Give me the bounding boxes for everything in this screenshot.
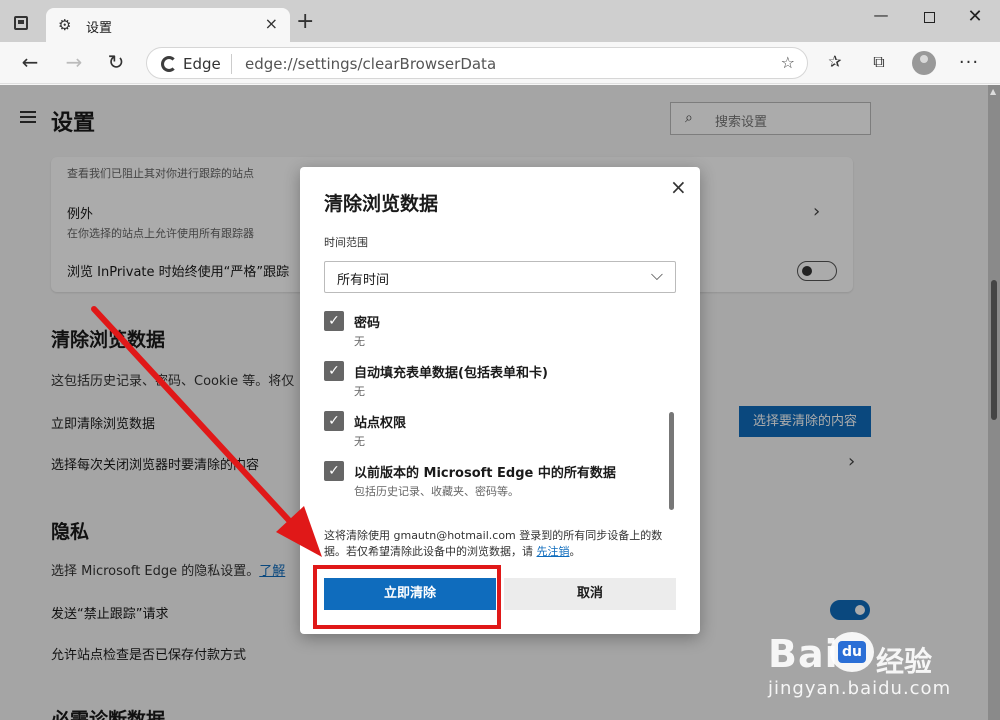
maximize-button[interactable] — [906, 6, 952, 32]
dialog-title: 清除浏览数据 — [324, 193, 439, 215]
option-sub: 无 — [354, 335, 365, 348]
title-bar: ⚙ 设置 × + — ✕ — [0, 0, 1000, 42]
time-range-label: 时间范围 — [324, 236, 368, 249]
window-menu-icon[interactable] — [14, 16, 28, 30]
address-bar[interactable]: Edge edge://settings/clearBrowserData ☆ — [146, 47, 808, 79]
checkbox[interactable]: ✓ — [324, 411, 344, 431]
checkbox[interactable]: ✓ — [324, 361, 344, 381]
tab-settings[interactable]: ⚙ 设置 × — [46, 8, 290, 42]
watermark-url: jingyan.baidu.com — [768, 678, 952, 699]
watermark-cn: 经验 — [876, 645, 933, 678]
dialog-scrollbar[interactable] — [669, 412, 674, 510]
minimize-button[interactable]: — — [858, 6, 904, 32]
refresh-button[interactable]: ↻ — [102, 50, 130, 76]
annotation-highlight-box — [313, 565, 501, 629]
watermark-du: du — [838, 641, 866, 663]
scroll-up-icon[interactable]: ▲ — [990, 87, 996, 96]
option-title: 自动填充表单数据(包括表单和卡) — [354, 366, 548, 381]
option-legacy-edge-data[interactable]: ✓ 以前版本的 Microsoft Edge 中的所有数据 包括历史记录、收藏夹… — [324, 461, 664, 501]
time-range-select[interactable]: 所有时间 ⌵ — [324, 261, 676, 293]
cancel-button[interactable]: 取消 — [504, 578, 676, 610]
close-window-button[interactable]: ✕ — [952, 6, 998, 32]
address-toolbar: ← → ↻ Edge edge://settings/clearBrowserD… — [0, 42, 1000, 84]
add-favorite-icon[interactable]: ☆ — [781, 53, 795, 72]
new-tab-button[interactable]: + — [296, 11, 314, 33]
option-title: 以前版本的 Microsoft Edge 中的所有数据 — [354, 466, 616, 481]
more-options-icon[interactable]: ··· — [956, 52, 982, 76]
option-sub: 无 — [354, 385, 365, 398]
page-scrollbar[interactable]: ▲ — [988, 85, 1000, 720]
option-title: 密码 — [354, 316, 381, 331]
forward-button[interactable]: → — [60, 50, 88, 76]
sync-info-text: 这将清除使用 gmautn@hotmail.com 登录到的所有同步设备上的数据… — [324, 528, 680, 560]
site-identity-label: Edge — [183, 55, 221, 73]
edge-icon — [161, 56, 177, 72]
watermark-logo: Bai — [768, 632, 839, 676]
profile-avatar[interactable] — [912, 51, 936, 75]
back-button[interactable]: ← — [16, 50, 44, 76]
close-icon[interactable]: × — [670, 175, 687, 199]
chevron-down-icon: ⌵ — [650, 265, 663, 284]
tab-title: 设置 — [86, 21, 113, 36]
baidu-watermark: Bai du 经验 jingyan.baidu.com — [768, 628, 958, 708]
favorites-icon[interactable]: ✰ — [822, 52, 848, 76]
checkbox[interactable]: ✓ — [324, 311, 344, 331]
sync-info-end: 。 — [569, 545, 581, 558]
close-tab-icon[interactable]: × — [265, 14, 278, 33]
scroll-thumb[interactable] — [991, 280, 997, 420]
option-site-permissions[interactable]: ✓ 站点权限 无 — [324, 411, 664, 451]
sign-out-link[interactable]: 先注销 — [537, 545, 570, 558]
option-title: 站点权限 — [354, 416, 407, 431]
checkbox[interactable]: ✓ — [324, 461, 344, 481]
clear-browsing-data-dialog: 清除浏览数据 × 时间范围 所有时间 ⌵ ✓ 密码 无 ✓ 自动填充表单数据(包… — [300, 167, 700, 634]
time-range-value: 所有时间 — [337, 273, 390, 288]
option-sub: 包括历史记录、收藏夹、密码等。 — [354, 485, 519, 498]
option-sub: 无 — [354, 435, 365, 448]
option-autofill[interactable]: ✓ 自动填充表单数据(包括表单和卡) 无 — [324, 361, 664, 401]
paw-icon: du — [830, 632, 874, 672]
url-text[interactable]: edge://settings/clearBrowserData — [245, 55, 496, 73]
sync-info-body: 这将清除使用 gmautn@hotmail.com 登录到的所有同步设备上的数据… — [324, 529, 663, 558]
url-separator — [231, 54, 232, 74]
option-passwords[interactable]: ✓ 密码 无 — [324, 311, 664, 351]
collections-icon[interactable]: ⧉ — [866, 52, 892, 76]
gear-icon: ⚙ — [58, 16, 72, 34]
